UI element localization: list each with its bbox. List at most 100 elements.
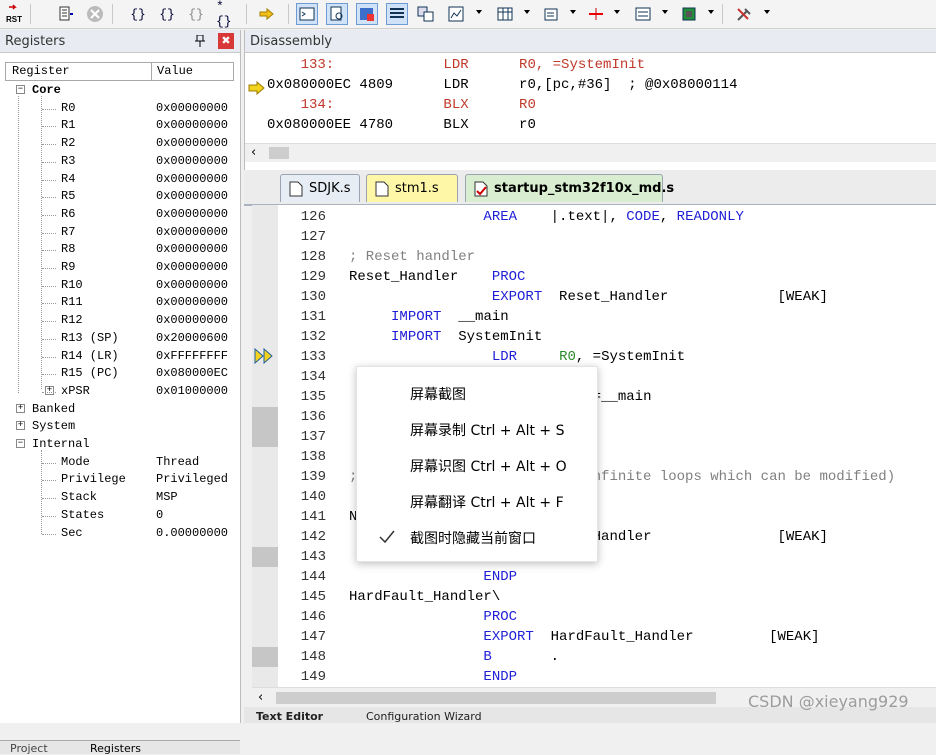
- register-value[interactable]: 0x00000000: [156, 241, 228, 258]
- register-row[interactable]: Mode Thread: [5, 454, 234, 471]
- memory-dropdown-arrow[interactable]: [524, 10, 530, 14]
- pin-icon[interactable]: [195, 34, 205, 47]
- register-row[interactable]: R4 0x00000000: [5, 171, 234, 188]
- system-viewer-icon[interactable]: [678, 3, 700, 25]
- register-value[interactable]: MSP: [156, 489, 178, 506]
- disassembly-line[interactable]: 0x080000EE 4780 BLX r0: [267, 115, 536, 135]
- disassembly-window-icon[interactable]: [326, 3, 348, 25]
- code-line[interactable]: HardFault_Handler\: [349, 587, 500, 607]
- code-line[interactable]: AREA |.text|, CODE, READONLY: [349, 207, 743, 227]
- register-value[interactable]: 0x00000000: [156, 135, 228, 152]
- step-out-icon[interactable]: {}: [185, 3, 207, 25]
- column-register[interactable]: Register: [12, 64, 70, 78]
- symbols-window-icon[interactable]: [356, 3, 378, 25]
- step-over-icon[interactable]: {}: [156, 3, 178, 25]
- gutter-mark[interactable]: [252, 547, 278, 567]
- memory-icon[interactable]: [494, 3, 516, 25]
- register-row[interactable]: Sec 0.00000000: [5, 525, 234, 542]
- code-line[interactable]: EXPORT Reset_Handler [WEAK]: [349, 287, 828, 307]
- register-row[interactable]: R13 (SP) 0x20000600: [5, 330, 234, 347]
- code-line[interactable]: ENDP: [349, 667, 517, 687]
- register-value[interactable]: 0x00000000: [156, 188, 228, 205]
- code-line[interactable]: LDR R0, =SystemInit: [349, 347, 685, 367]
- register-row[interactable]: R3 0x00000000: [5, 153, 234, 170]
- code-line[interactable]: ; Reset handler: [349, 247, 475, 267]
- trace-dropdown-arrow[interactable]: [662, 10, 668, 14]
- register-row[interactable]: Stack MSP: [5, 489, 234, 506]
- registers-window-icon[interactable]: [386, 3, 408, 25]
- tree-group-internal[interactable]: − Internal: [5, 436, 234, 453]
- register-row[interactable]: Privilege Privileged: [5, 471, 234, 488]
- register-row[interactable]: R2 0x00000000: [5, 135, 234, 152]
- register-row[interactable]: R15 (PC) 0x080000EC: [5, 365, 234, 382]
- code-line[interactable]: EXPORT HardFault_Handler [WEAK]: [349, 627, 819, 647]
- call-stack-icon[interactable]: [415, 3, 437, 25]
- scroll-left-icon[interactable]: ‹: [251, 145, 256, 160]
- register-row[interactable]: R10 0x00000000: [5, 277, 234, 294]
- context-menu-item[interactable]: 屏幕识图 Ctrl + Alt + O: [410, 456, 567, 476]
- rst-icon[interactable]: RST: [4, 3, 26, 25]
- analysis-icon[interactable]: [585, 3, 607, 25]
- step-icon[interactable]: [55, 3, 77, 25]
- register-value[interactable]: 0x00000000: [156, 312, 228, 329]
- toolbox-icon[interactable]: [733, 3, 755, 25]
- column-value[interactable]: Value: [157, 64, 193, 78]
- register-row[interactable]: + xPSR 0x01000000: [5, 383, 234, 400]
- gutter-mark[interactable]: [252, 407, 278, 427]
- code-line[interactable]: IMPORT __main: [349, 307, 509, 327]
- register-value[interactable]: 0xFFFFFFFF: [156, 348, 228, 365]
- register-value[interactable]: 0x00000000: [156, 153, 228, 170]
- tree-group-banked[interactable]: + Banked: [5, 401, 234, 418]
- register-value[interactable]: 0x00000000: [156, 224, 228, 241]
- scroll-left-icon[interactable]: ‹: [258, 690, 263, 705]
- register-row[interactable]: R9 0x00000000: [5, 259, 234, 276]
- trace-icon[interactable]: [632, 3, 654, 25]
- code-line[interactable]: ENDP: [349, 567, 517, 587]
- register-value[interactable]: Privileged: [156, 471, 228, 488]
- register-value[interactable]: 0x01000000: [156, 383, 228, 400]
- stop-icon[interactable]: [84, 3, 106, 25]
- command-window-icon[interactable]: [296, 3, 318, 25]
- serial-dropdown-arrow[interactable]: [570, 10, 576, 14]
- disassembly-horizontal-scrollbar[interactable]: ‹: [245, 143, 936, 162]
- context-menu-item[interactable]: 屏幕截图: [410, 384, 466, 404]
- register-value[interactable]: 0.00000000: [156, 525, 228, 542]
- code-line[interactable]: PROC: [349, 607, 517, 627]
- disassembly-line[interactable]: 133: LDR R0, =SystemInit: [267, 55, 645, 75]
- context-menu-item[interactable]: 屏幕录制 Ctrl + Alt + S: [410, 420, 564, 440]
- code-line[interactable]: B .: [349, 647, 559, 667]
- tree-group-core[interactable]: − Core: [5, 82, 234, 99]
- register-value[interactable]: 0x00000000: [156, 117, 228, 134]
- tree-toggle-icon[interactable]: +: [16, 403, 25, 413]
- tab-configuration-wizard[interactable]: Configuration Wizard: [366, 710, 482, 723]
- run-to-cursor-icon[interactable]: *{}: [215, 0, 237, 29]
- register-row[interactable]: R0 0x00000000: [5, 100, 234, 117]
- tree-group-system[interactable]: + System: [5, 418, 234, 435]
- close-icon[interactable]: ✖: [218, 33, 234, 49]
- register-value[interactable]: 0x00000000: [156, 277, 228, 294]
- show-next-icon[interactable]: [256, 3, 278, 25]
- register-value[interactable]: 0x00000000: [156, 294, 228, 311]
- tree-toggle-icon[interactable]: −: [16, 439, 25, 448]
- file-tab[interactable]: stm1.s: [366, 174, 458, 202]
- register-row[interactable]: R14 (LR) 0xFFFFFFFF: [5, 348, 234, 365]
- gutter-mark[interactable]: [252, 647, 278, 667]
- system-viewer-dropdown-arrow[interactable]: [708, 10, 714, 14]
- tree-toggle-icon[interactable]: +: [16, 421, 25, 431]
- file-tab[interactable]: SDJK.s: [280, 174, 360, 202]
- register-value[interactable]: 0x00000000: [156, 206, 228, 223]
- context-menu-item[interactable]: 截图时隐藏当前窗口: [410, 528, 536, 548]
- tab-registers[interactable]: Registers: [90, 742, 141, 755]
- register-row[interactable]: R1 0x00000000: [5, 117, 234, 134]
- register-row[interactable]: R7 0x00000000: [5, 224, 234, 241]
- register-value[interactable]: 0x00000000: [156, 259, 228, 276]
- tab-text-editor[interactable]: Text Editor: [256, 710, 323, 723]
- disassembly-line[interactable]: 134: BLX R0: [267, 95, 536, 115]
- register-row[interactable]: R11 0x00000000: [5, 294, 234, 311]
- register-row[interactable]: R6 0x00000000: [5, 206, 234, 223]
- watch-dropdown-arrow[interactable]: [476, 10, 482, 14]
- register-value[interactable]: 0x080000EC: [156, 365, 228, 382]
- register-value[interactable]: 0x20000600: [156, 330, 228, 347]
- watch-icon[interactable]: [445, 3, 467, 25]
- code-line[interactable]: IMPORT SystemInit: [349, 327, 542, 347]
